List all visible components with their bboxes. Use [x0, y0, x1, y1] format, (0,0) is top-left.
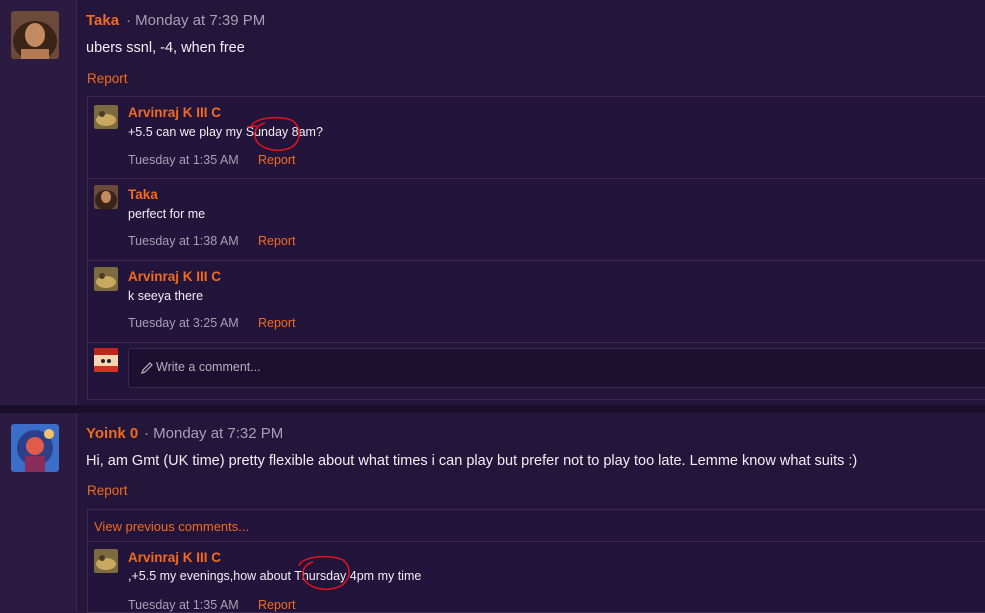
comment-text: ,+5.5 my evenings,how about Thursday 4pm… [128, 569, 422, 583]
avatar-arvinraj[interactable] [94, 549, 118, 573]
avatar-arvinraj[interactable] [94, 267, 118, 291]
annotation-circle [246, 116, 300, 151]
comment-item: Arvinraj K III C k seeya there Tuesday a… [88, 261, 985, 343]
comment-author[interactable]: Taka [128, 187, 158, 202]
post-taka: Taka · Monday at 7:39 PM ubers ssnl, -4,… [0, 0, 985, 405]
comment-timestamp[interactable]: Tuesday at 1:35 AM [128, 153, 239, 167]
comment-text: k seeya there [128, 289, 204, 303]
comment-timestamp[interactable]: Tuesday at 1:35 AM [128, 598, 239, 612]
report-link[interactable]: Report [87, 483, 128, 498]
report-link[interactable]: Report [258, 153, 296, 167]
comment-list: Arvinraj K III C +5.5 can we play my Sun… [87, 96, 985, 400]
report-link[interactable]: Report [258, 234, 296, 248]
avatar-arvinraj[interactable] [94, 105, 118, 129]
comment-list: View previous comments... Arvinraj K III… [87, 509, 985, 613]
comment-item: Arvinraj K III C +5.5 can we play my Sun… [88, 97, 985, 179]
post-text: ubers ssnl, -4, when free [86, 40, 245, 56]
pencil-icon [141, 362, 153, 374]
write-comment-input[interactable]: Write a comment... [128, 348, 985, 388]
view-previous-comments-link[interactable]: View previous comments... [94, 519, 249, 534]
post-sidebar [0, 0, 77, 405]
annotation-circle [298, 555, 350, 590]
report-link[interactable]: Report [87, 71, 128, 86]
post-author[interactable]: Taka [86, 12, 119, 29]
comment-author[interactable]: Arvinraj K III C [128, 105, 221, 120]
post-yoink: Yoink 0 · Monday at 7:32 PM Hi, am Gmt (… [0, 413, 985, 613]
report-link[interactable]: Report [258, 316, 296, 330]
post-sidebar [0, 413, 77, 611]
avatar-yoink[interactable] [11, 424, 59, 472]
comment-item: Arvinraj K III C ,+5.5 my evenings,how a… [88, 542, 985, 612]
post-author[interactable]: Yoink 0 [86, 425, 138, 442]
write-comment-placeholder: Write a comment... [156, 360, 261, 374]
comment-timestamp[interactable]: Tuesday at 1:38 AM [128, 234, 239, 248]
comment-author[interactable]: Arvinraj K III C [128, 269, 221, 284]
post-divider [0, 405, 985, 413]
post-timestamp[interactable]: · Monday at 7:32 PM [144, 425, 283, 442]
comment-item: Taka perfect for me Tuesday at 1:38 AM R… [88, 179, 985, 261]
view-previous-bar: View previous comments... [88, 510, 985, 542]
report-link[interactable]: Report [258, 598, 296, 612]
current-user-avatar [94, 348, 118, 372]
avatar-taka[interactable] [94, 185, 118, 209]
post-text: Hi, am Gmt (UK time) pretty flexible abo… [86, 453, 858, 469]
avatar-taka[interactable] [11, 11, 59, 59]
comment-text: perfect for me [128, 207, 206, 221]
comment-timestamp[interactable]: Tuesday at 3:25 AM [128, 316, 239, 330]
comment-author[interactable]: Arvinraj K III C [128, 550, 221, 565]
post-timestamp[interactable]: · Monday at 7:39 PM [126, 12, 265, 29]
